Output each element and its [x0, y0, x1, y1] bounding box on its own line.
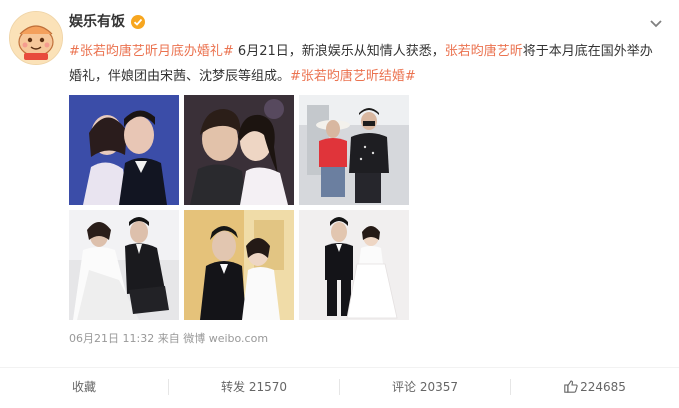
photo-grid: [69, 95, 409, 321]
comment-button[interactable]: 评论 20357: [340, 368, 510, 406]
favorite-label: 收藏: [71, 380, 96, 394]
post-meta: 06月21日 11:32 来自 微博 weibo.com: [69, 331, 268, 347]
topic-tag[interactable]: #张若昀唐艺昕月底办婚礼#: [69, 44, 234, 59]
post-timestamp[interactable]: 06月21日 11:32: [69, 332, 154, 345]
favorite-button[interactable]: 收藏: [0, 368, 168, 406]
comment-label: 评论: [391, 380, 416, 394]
avatar[interactable]: [9, 11, 63, 65]
repost-label: 转发: [220, 380, 245, 394]
post-body: 6月21日，新浪娱乐从知情人获悉，: [233, 44, 445, 59]
thumbs-up-icon: [564, 370, 578, 393]
verified-badge-icon: [131, 15, 145, 29]
repost-count: 21570: [248, 380, 288, 394]
photo-thumbnail[interactable]: [69, 210, 179, 320]
action-bar: 收藏 转发 21570 评论 20357 224685: [0, 367, 679, 406]
chevron-down-icon[interactable]: [648, 16, 664, 30]
source-prefix: 来自: [157, 332, 180, 345]
comment-count: 20357: [419, 380, 459, 394]
photo-thumbnail[interactable]: [184, 95, 294, 205]
like-count: 224685: [580, 380, 626, 394]
author-name[interactable]: 娱乐有饭: [69, 12, 125, 32]
topic-tag[interactable]: #张若昀唐艺昕结婚#: [290, 69, 416, 84]
post-text: #张若昀唐艺昕月底办婚礼# 6月21日，新浪娱乐从知情人获悉，张若昀唐艺昕将于本…: [69, 39, 659, 89]
mention-link[interactable]: 张若昀唐艺昕: [445, 44, 523, 59]
weibo-post-card: 娱乐有饭 #张若昀唐艺昕月底办婚礼# 6月21日，新浪娱乐从知情人获悉，张若昀唐…: [0, 0, 679, 406]
post-source[interactable]: 微博 weibo.com: [183, 332, 268, 345]
photo-thumbnail[interactable]: [299, 210, 409, 320]
repost-button[interactable]: 转发 21570: [169, 368, 339, 406]
like-button[interactable]: 224685: [511, 368, 679, 406]
photo-thumbnail[interactable]: [69, 95, 179, 205]
photo-thumbnail[interactable]: [184, 210, 294, 320]
photo-thumbnail[interactable]: [299, 95, 409, 205]
